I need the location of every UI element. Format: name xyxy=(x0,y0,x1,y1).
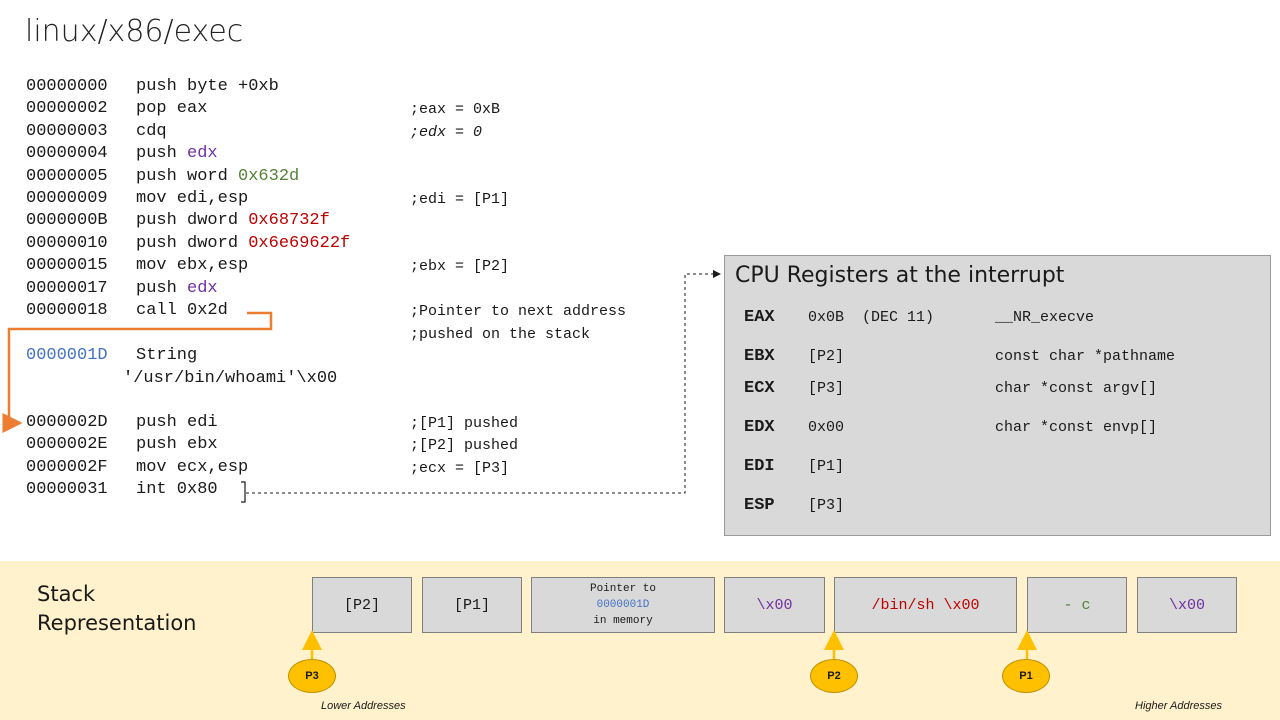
int-bracket xyxy=(241,481,246,503)
interrupt-connector-arrow xyxy=(246,270,721,494)
connector-arrows xyxy=(2,270,1037,659)
call-jump-arrow xyxy=(2,311,273,433)
